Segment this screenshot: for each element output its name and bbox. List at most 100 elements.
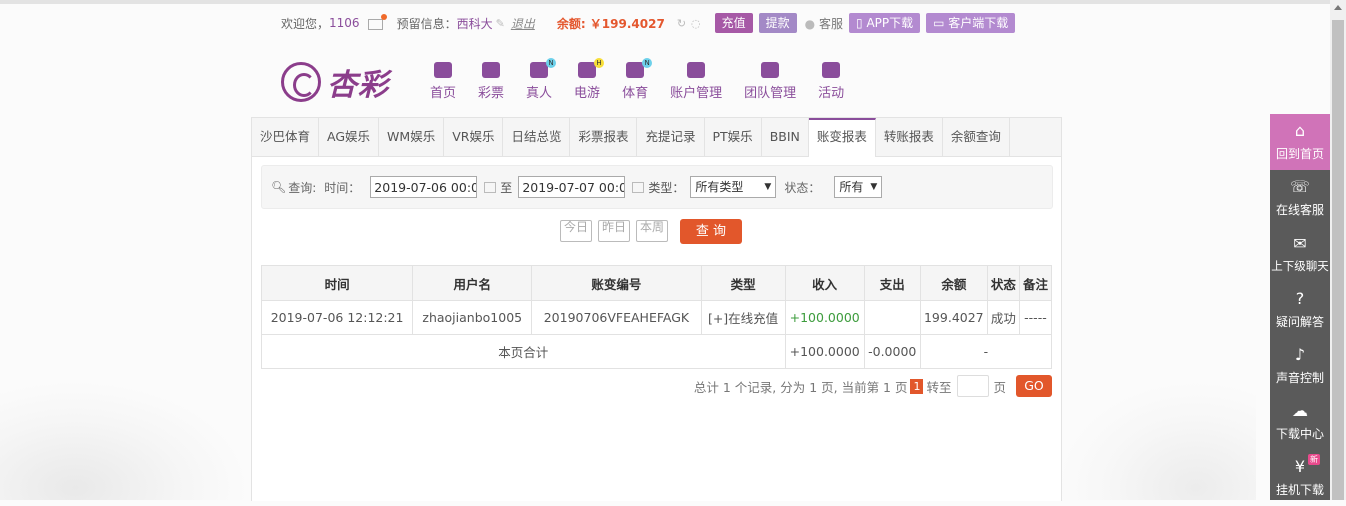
service-link[interactable]: ● 客服 — [805, 15, 843, 32]
hide-balance-icon[interactable]: ◌ — [691, 17, 701, 30]
nav-egames[interactable]: H 电游 — [574, 58, 605, 101]
background-decoration — [0, 380, 250, 500]
start-date-input[interactable]: 2019-07-06 00:00 — [370, 176, 478, 198]
sidebar-label: 上下级聊天 — [1271, 258, 1329, 273]
nav-activity[interactable]: 活动 — [818, 62, 844, 101]
client-download-button[interactable]: ▭ 客户端下载 — [926, 13, 1016, 33]
yesterday-button[interactable]: 昨日 — [598, 220, 630, 242]
sidebar-download[interactable]: ☁ 下载中心 — [1270, 394, 1330, 450]
col-status: 状态 — [986, 265, 1020, 301]
type-select-value: 所有类型 — [695, 180, 744, 194]
recharge-button[interactable]: 充值 — [714, 13, 753, 33]
home-icon — [434, 62, 452, 78]
refresh-icon[interactable]: ↻ — [677, 17, 686, 30]
end-date-input[interactable]: 2019-07-07 00:00 — [518, 176, 626, 198]
sidebar-faq[interactable]: ? 疑问解答 — [1270, 282, 1330, 338]
quick-range-buttons: 今日 昨日 本周 查 询 — [560, 219, 742, 244]
ticket-icon — [482, 62, 501, 78]
type-label: 类型： — [648, 180, 685, 195]
tab-balance-query[interactable]: 余额查询 — [943, 118, 1010, 156]
reserved-value: 西科大 — [456, 16, 493, 31]
balance-text: 余额: ￥199.4027 — [556, 16, 665, 31]
logout-link[interactable]: 退出 — [511, 15, 535, 32]
account-change-table: 时间 用户名 账变编号 类型 收入 支出 余额 状态 备注 2019-07-06… — [260, 265, 1053, 369]
account-icon — [687, 62, 706, 78]
sidebar-online-service[interactable]: ☏ 在线客服 — [1270, 170, 1330, 226]
type-select[interactable]: 所有类型 ▼ — [690, 176, 777, 198]
search-icon: 🔍︎ — [271, 180, 287, 194]
nav-account[interactable]: 账户管理 — [670, 62, 722, 101]
service-label: 客服 — [818, 16, 843, 31]
logo-emblem-icon — [281, 62, 321, 102]
scroll-up-arrow-icon[interactable] — [1334, 5, 1342, 10]
withdraw-button[interactable]: 提款 — [758, 13, 797, 33]
tab-bbin[interactable]: BBIN — [762, 118, 809, 156]
col-time: 时间 — [260, 265, 414, 301]
nav-live[interactable]: N 真人 — [526, 58, 557, 101]
team-icon — [761, 62, 780, 78]
tab-vr[interactable]: VR娱乐 — [444, 118, 504, 156]
nav-label: 首页 — [430, 86, 457, 101]
calendar-icon[interactable] — [632, 181, 645, 193]
col-user: 用户名 — [412, 265, 533, 301]
app-download-button[interactable]: ▯ APP下载 — [849, 13, 921, 33]
top-info-bar: 欢迎您， 1106 预留信息： 西科大 ✎ 退出 余额: ￥199.4027 ↻… — [281, 11, 1016, 35]
nav-label: 账户管理 — [670, 86, 723, 101]
dropdown-arrow-icon: ▼ — [870, 182, 878, 192]
scroll-thumb[interactable] — [1332, 20, 1344, 500]
go-button[interactable]: GO — [1016, 375, 1052, 397]
nav-home[interactable]: 首页 — [430, 62, 456, 101]
sidebar-label: 挂机下载 — [1275, 483, 1324, 497]
username[interactable]: 1106 — [329, 16, 360, 30]
sidebar-hangup-download[interactable]: 新 ¥ 挂机下载 — [1270, 450, 1330, 506]
nav-team[interactable]: 团队管理 — [744, 62, 796, 101]
status-label: 状态： — [784, 180, 821, 195]
tab-lottery-report[interactable]: 彩票报表 — [570, 118, 638, 156]
table-total-row: 本页合计 +100.0000 -0.0000 - — [261, 334, 1053, 369]
trophy-icon: N — [626, 58, 653, 78]
tab-wm[interactable]: WM娱乐 — [379, 118, 445, 156]
cell-balance: 199.4027 — [919, 300, 988, 335]
page-scrollbar[interactable] — [1330, 0, 1346, 500]
calendar-icon[interactable] — [484, 181, 497, 193]
tab-daily-overview[interactable]: 日结总览 — [503, 118, 571, 156]
sidebar-label: 声音控制 — [1275, 371, 1324, 385]
nav-lottery[interactable]: 彩票 — [478, 62, 504, 101]
tab-deposit-withdraw[interactable]: 充提记录 — [637, 118, 705, 156]
sidebar-chat[interactable]: ✉ 上下级聊天 — [1270, 226, 1330, 282]
search-button[interactable]: 查 询 — [680, 219, 742, 244]
page-unit-label: 页 — [993, 379, 1006, 395]
tab-saba-sports[interactable]: 沙巴体育 — [252, 118, 320, 156]
page-jump-input[interactable] — [957, 375, 990, 397]
headset-icon: ☏ — [1289, 177, 1310, 196]
this-week-button[interactable]: 本周 — [636, 220, 668, 242]
status-select[interactable]: 所有 ▼ — [834, 176, 883, 198]
client-download-label: 客户端下载 — [948, 16, 1009, 30]
today-button[interactable]: 今日 — [560, 220, 592, 242]
cell-user: zhaojianbo1005 — [412, 300, 533, 335]
tab-ag[interactable]: AG娱乐 — [319, 118, 380, 156]
new-badge: N — [546, 58, 557, 68]
tab-pt[interactable]: PT娱乐 — [705, 118, 762, 156]
dropdown-arrow-icon: ▼ — [764, 182, 772, 192]
cell-status: 成功 — [986, 300, 1020, 335]
phone-icon: ▯ — [856, 16, 863, 30]
gift-icon — [822, 62, 841, 78]
nav-label: 活动 — [818, 86, 845, 101]
sidebar-back-home[interactable]: ⌂ 回到首页 — [1270, 114, 1330, 170]
question-icon: ? — [1295, 289, 1305, 308]
site-logo[interactable]: 杏彩 — [281, 58, 396, 106]
current-page[interactable]: 1 — [910, 378, 924, 394]
query-label-text: 查询: — [288, 180, 317, 195]
mail-icon[interactable] — [367, 13, 387, 30]
sidebar-sound[interactable]: ♪ 声音控制 — [1270, 338, 1330, 394]
home-icon: ⌂ — [1294, 121, 1306, 140]
total-rest: - — [919, 334, 1053, 369]
tab-account-change-report[interactable]: 账变报表 — [808, 118, 876, 157]
edit-icon[interactable]: ✎ — [496, 17, 505, 30]
total-expense: -0.0000 — [863, 334, 921, 369]
service-icon: ● — [804, 16, 816, 31]
tab-transfer-report[interactable]: 转账报表 — [876, 118, 943, 156]
nav-sports[interactable]: N 体育 — [622, 58, 653, 101]
jump-to-label: 转至 — [926, 379, 952, 395]
